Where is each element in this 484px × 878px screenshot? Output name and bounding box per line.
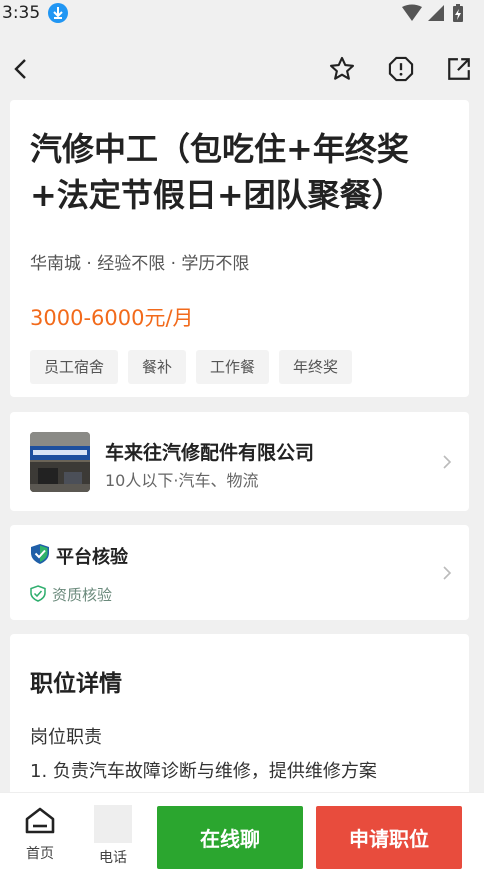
shield-check-icon: [31, 544, 49, 564]
job-salary: 3000-6000元/月: [30, 306, 194, 330]
apply-job-label: 申请职位: [349, 827, 429, 851]
verify-title: 平台核验: [56, 547, 128, 568]
job-details-card: 职位详情 岗位职责 1. 负责汽车故障诊断与维修，提供维修方案: [10, 634, 469, 804]
home-label: 首页: [26, 846, 54, 862]
qualification-check-icon: [30, 585, 46, 602]
favorite-button[interactable]: [327, 54, 357, 84]
phone-icon: [94, 805, 132, 843]
job-summary-card: 汽修中工（包吃住+年终奖+法定节假日+团队聚餐） 华南城 · 经验不限 · 学历…: [10, 100, 469, 397]
chevron-right-icon: [443, 455, 452, 469]
duty-line: 1. 负责汽车故障诊断与维修，提供维修方案: [30, 761, 377, 782]
online-chat-label: 在线聊: [200, 827, 260, 851]
report-button[interactable]: [386, 54, 416, 84]
system-status-icons: [402, 4, 463, 22]
benefit-tag: 餐补: [128, 350, 187, 384]
duty-heading: 岗位职责: [30, 727, 102, 748]
benefit-tag: 工作餐: [196, 350, 270, 384]
bottom-action-bar: 首页 电话 在线聊 申请职位: [0, 792, 484, 878]
share-button[interactable]: [444, 54, 474, 84]
report-icon: [388, 56, 414, 82]
phone-tab[interactable]: 电话: [83, 805, 143, 867]
company-logo: [30, 432, 90, 492]
phone-label: 电话: [99, 850, 127, 866]
share-icon: [448, 58, 470, 80]
job-meta: 华南城 · 经验不限 · 学历不限: [30, 254, 250, 274]
company-name: 车来往汽修配件有限公司: [105, 442, 315, 464]
benefit-tag: 员工宿舍: [30, 350, 119, 384]
chevron-right-icon: [443, 566, 452, 580]
benefit-tags: 员工宿舍 餐补 工作餐 年终奖: [30, 350, 353, 384]
apply-job-button[interactable]: 申请职位: [316, 806, 462, 869]
home-tab[interactable]: 首页: [10, 805, 70, 863]
company-info: 10人以下·汽车、物流: [105, 471, 259, 490]
platform-verify-card[interactable]: 平台核验 资质核验: [10, 525, 469, 620]
online-chat-button[interactable]: 在线聊: [157, 806, 303, 869]
back-button[interactable]: [6, 54, 36, 84]
company-card[interactable]: 车来往汽修配件有限公司 10人以下·汽车、物流: [10, 412, 469, 511]
benefit-tag: 年终奖: [279, 350, 353, 384]
job-title: 汽修中工（包吃住+年终奖+法定节假日+团队聚餐）: [30, 130, 409, 214]
star-icon: [329, 56, 355, 80]
status-time: 3:35: [2, 3, 41, 23]
home-icon: [25, 807, 55, 834]
section-title: 职位详情: [30, 671, 122, 697]
back-arrow-icon: [14, 59, 26, 79]
status-bar: 3:35: [0, 0, 484, 30]
verify-subtitle: 资质核验: [52, 586, 113, 604]
download-icon: [48, 3, 68, 23]
nav-bar: [0, 30, 484, 100]
